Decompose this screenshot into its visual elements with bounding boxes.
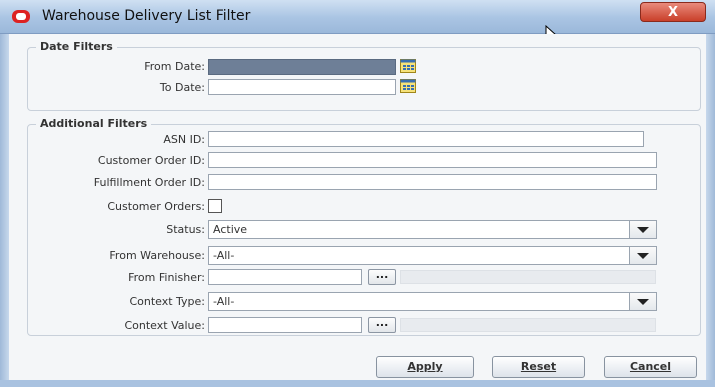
asn-id-field[interactable]	[208, 131, 644, 147]
dialog-content: Date Filters From Date: To Date: Additio…	[9, 34, 706, 380]
window-right-border	[706, 34, 715, 387]
customer-orders-checkbox[interactable]	[208, 199, 222, 213]
from-finisher-description	[400, 270, 656, 284]
from-date-field[interactable]	[208, 59, 396, 75]
cancel-button[interactable]: Cancel	[604, 356, 697, 378]
asn-id-label: ASN ID:	[163, 133, 205, 146]
customer-order-id-field[interactable]	[208, 152, 657, 168]
chevron-down-icon[interactable]	[629, 247, 656, 264]
title-bar: Warehouse Delivery List Filter X	[0, 0, 715, 43]
apply-button[interactable]: Apply	[376, 356, 474, 378]
window-title: Warehouse Delivery List Filter	[42, 8, 251, 24]
from-finisher-label: From Finisher:	[128, 271, 205, 284]
oracle-logo-icon	[12, 10, 30, 23]
chevron-down-icon[interactable]	[629, 221, 656, 238]
from-date-label: From Date:	[144, 60, 205, 73]
calendar-icon[interactable]	[400, 59, 416, 73]
fulfillment-order-id-field[interactable]	[208, 174, 657, 190]
status-value: Active	[213, 223, 248, 236]
date-filters-legend: Date Filters	[36, 40, 117, 53]
to-date-field[interactable]	[208, 79, 396, 95]
from-finisher-field[interactable]	[208, 269, 362, 285]
close-button[interactable]: X	[640, 2, 706, 22]
context-value-description	[400, 318, 656, 332]
customer-orders-label: Customer Orders:	[107, 200, 205, 213]
from-finisher-lookup-button[interactable]: ...	[368, 269, 396, 285]
context-value-lookup-button[interactable]: ...	[368, 317, 396, 333]
context-value-field[interactable]	[208, 317, 362, 333]
context-type-select[interactable]: -All-	[208, 292, 657, 311]
context-type-label: Context Type:	[129, 295, 205, 308]
from-warehouse-value: -All-	[213, 249, 235, 262]
window-left-border	[0, 34, 9, 387]
customer-order-id-label: Customer Order ID:	[97, 154, 205, 167]
to-date-label: To Date:	[159, 81, 205, 94]
chevron-down-icon[interactable]	[629, 293, 656, 310]
window-bottom-border	[0, 380, 715, 387]
calendar-icon[interactable]	[400, 79, 416, 93]
reset-button[interactable]: Reset	[492, 356, 585, 378]
context-type-value: -All-	[213, 295, 235, 308]
status-select[interactable]: Active	[208, 220, 657, 239]
additional-filters-legend: Additional Filters	[36, 117, 152, 130]
fulfillment-order-id-label: Fulfillment Order ID:	[93, 176, 205, 189]
context-value-label: Context Value:	[124, 319, 205, 332]
status-label: Status:	[166, 223, 205, 236]
from-warehouse-select[interactable]: -All-	[208, 246, 657, 265]
from-warehouse-label: From Warehouse:	[109, 249, 205, 262]
